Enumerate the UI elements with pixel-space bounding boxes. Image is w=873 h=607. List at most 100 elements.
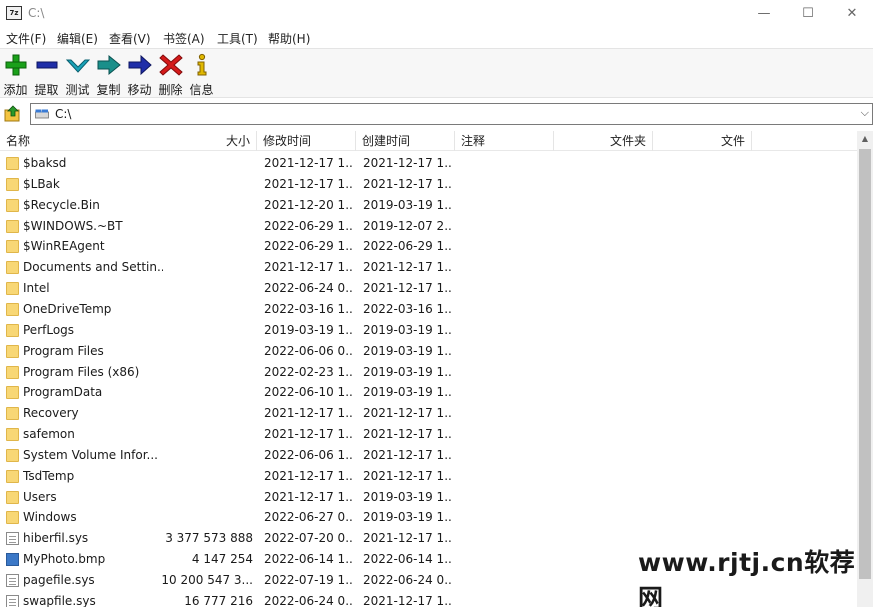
folder-icon: [6, 282, 19, 296]
table-row[interactable]: safemon 2021-12-17 1... 2021-12-17 1...: [0, 424, 857, 445]
table-row[interactable]: Recovery 2021-12-17 1... 2021-12-17 1...: [0, 403, 857, 424]
table-row[interactable]: Documents and Settin... 2021-12-17 1... 20…: [0, 257, 857, 278]
created-time: 2021-12-17 1...: [363, 593, 453, 607]
minimize-button[interactable]: —: [741, 0, 787, 28]
table-row[interactable]: TsdTemp 2021-12-17 1... 2021-12-17 1...: [0, 466, 857, 487]
created-time: 2019-03-19 1...: [363, 489, 453, 504]
modified-time: 2022-03-16 1...: [264, 301, 354, 316]
table-row[interactable]: OneDriveTemp 2022-03-16 1... 2022-03-16 1.…: [0, 299, 857, 320]
file-name: TsdTemp: [23, 468, 75, 483]
created-time: 2019-12-07 2...: [363, 218, 453, 233]
file-name: pagefile.sys: [23, 573, 95, 587]
file-icon: [6, 594, 19, 607]
column-comment-label: 注释: [461, 134, 486, 148]
column-size[interactable]: 大小: [160, 131, 257, 151]
folder-icon: [6, 157, 19, 170]
table-row[interactable]: System Volume Infor... 2022-06-06 1... 202…: [0, 445, 857, 466]
file-size: [160, 362, 253, 383]
folder-icon: [6, 240, 19, 254]
info-button[interactable]: 信息: [186, 52, 217, 97]
table-row[interactable]: $baksd 2021-12-17 1... 2021-12-17 1...: [0, 153, 857, 174]
file-size: [160, 424, 253, 445]
test-button[interactable]: 测试: [62, 52, 93, 97]
column-modified-label: 修改时间: [263, 134, 312, 148]
delete-x-icon: [158, 54, 183, 76]
copy-button[interactable]: 复制: [93, 52, 124, 97]
created-time: 2021-12-17 1...: [363, 156, 453, 170]
file-icon: [6, 574, 19, 587]
table-row[interactable]: $Recycle.Bin 2021-12-20 1... 2019-03-19 1.…: [0, 195, 857, 216]
file-name: Program Files (x86): [23, 364, 140, 379]
menu-file[interactable]: 文件(F): [6, 30, 46, 47]
folder-icon: [6, 219, 19, 233]
file-size: 16 777 216: [184, 593, 253, 607]
scrollbar-thumb[interactable]: [859, 149, 871, 579]
table-row[interactable]: Intel 2022-06-24 0... 2021-12-17 1...: [0, 278, 857, 299]
watermark: www.rjtj.cn软荐网: [638, 548, 856, 607]
menu-view[interactable]: 查看(V): [109, 30, 151, 47]
column-comment[interactable]: 注释: [455, 131, 554, 151]
table-row[interactable]: $WinREAgent 2022-06-29 1... 2022-06-29 1..…: [0, 236, 857, 257]
folder-icon: [6, 511, 19, 525]
check-icon: [65, 59, 90, 73]
table-row[interactable]: ProgramData 2022-06-10 1... 2019-03-19 1..…: [0, 382, 857, 403]
file-name: safemon: [23, 427, 75, 442]
file-name: MyPhoto.bmp: [23, 552, 106, 567]
column-modified[interactable]: 修改时间: [257, 131, 356, 151]
column-folders[interactable]: 文件夹: [554, 131, 653, 151]
column-files[interactable]: 文件: [653, 131, 752, 151]
app-7zip-icon: 7z: [6, 6, 22, 20]
folder-icon: [6, 469, 19, 483]
scroll-up-arrow-icon[interactable]: ▲: [857, 131, 873, 147]
window-title: C:\: [28, 6, 45, 20]
address-input[interactable]: C:\ ⌵: [30, 103, 873, 125]
file-name: Users: [23, 489, 57, 504]
address-value: C:\: [55, 107, 72, 121]
file-size: [160, 278, 253, 299]
maximize-button[interactable]: ☐: [785, 0, 831, 28]
menu-tools[interactable]: 工具(T): [217, 30, 258, 47]
created-time: 2021-12-17 1...: [363, 281, 453, 296]
file-name: Intel: [23, 281, 50, 296]
folder-up-icon[interactable]: [4, 105, 22, 123]
table-row[interactable]: $WINDOWS.~BT 2022-06-29 1... 2019-12-07 2.…: [0, 216, 857, 237]
folder-icon: [6, 261, 19, 275]
table-row[interactable]: PerfLogs 2019-03-19 1... 2019-03-19 1...: [0, 320, 857, 341]
created-time: 2021-12-17 1...: [363, 468, 453, 483]
file-size: [160, 299, 253, 320]
modified-time: 2022-06-29 1...: [264, 239, 354, 254]
file-name: $baksd: [23, 156, 67, 170]
table-row[interactable]: $LBak 2021-12-17 1... 2021-12-17 1...: [0, 174, 857, 195]
file-size: [160, 257, 253, 278]
modified-time: 2022-07-19 1...: [264, 573, 354, 587]
vertical-scrollbar[interactable]: ▲: [857, 131, 873, 607]
add-button[interactable]: 添加: [0, 52, 31, 97]
column-folders-label: 文件夹: [609, 134, 646, 148]
folder-icon: [6, 428, 19, 442]
extract-button[interactable]: 提取: [31, 52, 62, 97]
table-row[interactable]: Program Files (x86) 2022-02-23 1... 2019-0…: [0, 362, 857, 383]
menu-bar: 文件(F) 编辑(E) 查看(V) 书签(A) 工具(T) 帮助(H): [0, 28, 873, 48]
modified-time: 2021-12-17 1...: [264, 427, 354, 442]
table-row[interactable]: Program Files 2022-06-06 0... 2019-03-19 1…: [0, 341, 857, 362]
modified-time: 2022-06-06 1...: [264, 447, 354, 462]
menu-bookmarks[interactable]: 书签(A): [163, 30, 205, 47]
modified-time: 2021-12-17 1...: [264, 406, 354, 421]
file-size: 3 377 573 888: [165, 531, 253, 546]
table-row[interactable]: Users 2021-12-17 1... 2019-03-19 1...: [0, 487, 857, 508]
menu-edit[interactable]: 编辑(E): [57, 30, 98, 47]
menu-help[interactable]: 帮助(H): [268, 30, 310, 47]
modified-time: 2019-03-19 1...: [264, 322, 354, 337]
file-size: [160, 195, 253, 216]
table-row[interactable]: Windows 2022-06-27 0... 2019-03-19 1...: [0, 507, 857, 528]
chevron-down-icon[interactable]: ⌵: [861, 106, 869, 120]
file-name: ProgramData: [23, 385, 103, 400]
close-button[interactable]: ✕: [829, 0, 873, 28]
info-icon: [197, 53, 206, 76]
created-time: 2022-06-24 0...: [363, 573, 453, 587]
extract-button-label: 提取: [34, 83, 59, 97]
delete-button[interactable]: 删除: [155, 52, 186, 97]
created-time: 2019-03-19 1...: [363, 322, 453, 337]
move-button[interactable]: 移动: [124, 52, 155, 97]
column-created[interactable]: 创建时间: [356, 131, 455, 151]
